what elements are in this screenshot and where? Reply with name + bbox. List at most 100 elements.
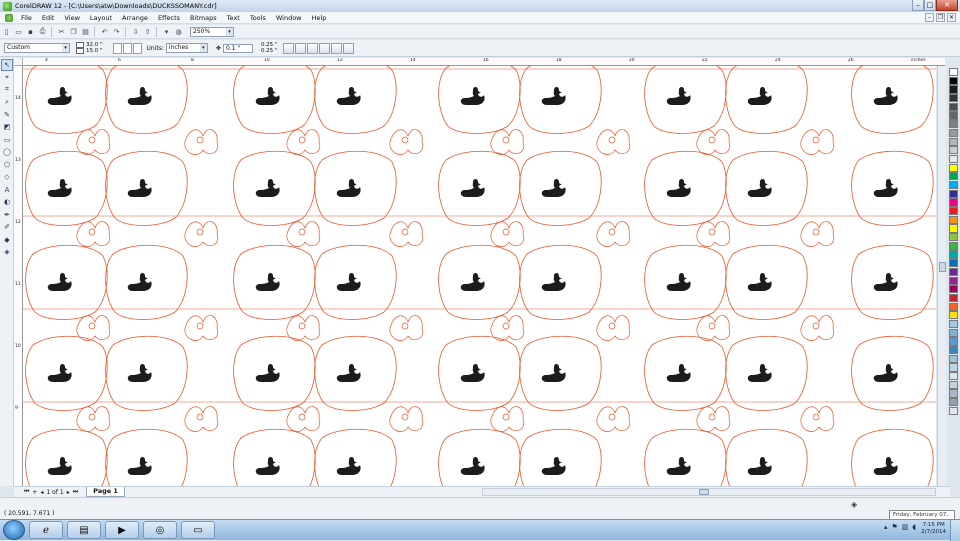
color-swatch[interactable] (949, 319, 958, 329)
rubber-duck-shape[interactable] (336, 364, 361, 382)
first-page-button[interactable]: ⏮ (24, 488, 29, 496)
network-icon[interactable]: ▥ (902, 523, 909, 531)
horizontal-scroll-thumb[interactable] (699, 489, 709, 495)
connector-outline[interactable] (76, 221, 111, 247)
menu-layout[interactable]: Layout (85, 14, 117, 22)
color-swatch[interactable] (949, 120, 958, 129)
rubber-duck-shape[interactable] (666, 179, 691, 197)
connector-outline[interactable] (490, 221, 525, 247)
menu-text[interactable]: Text (222, 14, 245, 22)
units-button-5[interactable] (331, 42, 343, 54)
duplicate-v-field[interactable]: 0.25 " (261, 48, 278, 55)
rubber-duck-shape[interactable] (127, 179, 152, 197)
portrait-button[interactable] (112, 42, 122, 54)
connector-outline[interactable] (596, 129, 631, 155)
open-icon[interactable]: ▭ (13, 26, 24, 37)
maximize-button[interactable]: □ (924, 0, 936, 11)
smart-fill-tool-icon[interactable]: ◩ (1, 122, 13, 134)
polygon-tool-icon[interactable]: ⬠ (1, 159, 13, 171)
export-icon[interactable]: ⇧ (142, 26, 153, 37)
color-swatch[interactable] (949, 276, 958, 285)
connector-outline[interactable] (286, 129, 321, 155)
units-button-2[interactable] (295, 42, 307, 54)
color-swatch[interactable] (949, 137, 958, 146)
connector-outline[interactable] (696, 221, 731, 247)
cutline-outline[interactable] (644, 428, 727, 486)
connector-outline[interactable] (389, 315, 424, 341)
color-swatch[interactable] (949, 337, 958, 346)
color-swatch[interactable] (949, 285, 958, 294)
color-swatch[interactable] (949, 189, 958, 198)
ruler-origin[interactable] (14, 58, 23, 66)
units-button-4[interactable] (319, 42, 331, 54)
rubber-duck-shape[interactable] (873, 457, 898, 475)
shape-tool-icon[interactable]: ⌖ (1, 72, 13, 84)
color-swatch[interactable] (949, 302, 958, 311)
rubber-duck-shape[interactable] (666, 457, 691, 475)
all-pages-button[interactable] (132, 42, 142, 54)
menu-view[interactable]: View (59, 14, 84, 22)
connector-outline[interactable] (76, 406, 111, 432)
outline-tool-icon[interactable]: ✐ (1, 222, 13, 234)
rubber-duck-shape[interactable] (541, 273, 566, 291)
close-button[interactable]: ✕ (936, 0, 958, 11)
color-swatch[interactable] (949, 363, 958, 372)
drawing-canvas[interactable] (23, 66, 936, 486)
add-page-button[interactable]: + (32, 489, 37, 496)
cutline-outline[interactable] (233, 428, 316, 486)
color-swatch[interactable] (949, 372, 958, 381)
zoom-level-select[interactable]: 250% ▾ (190, 26, 234, 37)
start-button[interactable] (3, 520, 25, 540)
units-button-3[interactable] (307, 42, 319, 54)
connector-outline[interactable] (389, 406, 424, 432)
rubber-duck-shape[interactable] (873, 364, 898, 382)
rubber-duck-shape[interactable] (255, 273, 280, 291)
color-swatch[interactable] (949, 233, 958, 242)
show-desktop-button[interactable] (950, 520, 960, 541)
connector-outline[interactable] (490, 129, 525, 155)
paper-height-field[interactable]: 15.0 " (86, 48, 103, 55)
connector-outline[interactable] (184, 221, 219, 247)
color-swatch[interactable] (949, 102, 958, 111)
cutline-outline[interactable] (25, 428, 108, 486)
doc-close-button[interactable]: ✕ (947, 13, 956, 22)
print-icon[interactable]: ⎙ (37, 26, 48, 37)
rubber-duck-shape[interactable] (747, 87, 772, 105)
color-swatch[interactable] (949, 346, 958, 355)
rubber-duck-shape[interactable] (541, 364, 566, 382)
connector-outline[interactable] (800, 129, 835, 155)
rubber-duck-shape[interactable] (47, 273, 72, 291)
color-swatch[interactable] (949, 76, 958, 85)
cutline-outline[interactable] (314, 428, 397, 486)
text-tool-icon[interactable]: A (1, 184, 13, 196)
clock[interactable]: 7:15 PM 2/7/2014 (921, 522, 946, 536)
flag-icon[interactable]: ⚑ (891, 523, 897, 531)
save-icon[interactable]: ▪ (25, 26, 36, 37)
color-swatch[interactable] (949, 163, 958, 172)
rubber-duck-shape[interactable] (127, 457, 152, 475)
color-swatch[interactable] (949, 250, 958, 259)
units-select[interactable]: inches ▾ (165, 43, 208, 53)
connector-outline[interactable] (800, 315, 835, 341)
rubber-duck-shape[interactable] (336, 87, 361, 105)
ellipse-tool-icon[interactable]: ◯ (1, 147, 13, 159)
connector-outline[interactable] (696, 315, 731, 341)
connector-outline[interactable] (389, 129, 424, 155)
connector-outline[interactable] (389, 221, 424, 247)
copy-icon[interactable]: ❐ (68, 26, 79, 37)
rubber-duck-shape[interactable] (747, 179, 772, 197)
cutline-outline[interactable] (438, 428, 521, 486)
rubber-duck-shape[interactable] (336, 457, 361, 475)
rubber-duck-shape[interactable] (747, 364, 772, 382)
last-page-button[interactable]: ⏭ (73, 488, 78, 496)
horizontal-ruler[interactable]: 4 6 8 10 12 14 16 18 20 22 24 26 inches (23, 58, 945, 66)
menu-file[interactable]: File (16, 14, 37, 22)
menu-window[interactable]: Window (271, 14, 307, 22)
connector-outline[interactable] (184, 129, 219, 155)
taskbar-window-icon[interactable]: ▭ (181, 521, 215, 539)
import-icon[interactable]: ⇩ (130, 26, 141, 37)
color-swatch[interactable] (949, 311, 958, 320)
color-swatch[interactable] (949, 259, 958, 268)
menu-tools[interactable]: Tools (245, 14, 271, 22)
horizontal-scrollbar[interactable] (482, 488, 936, 496)
